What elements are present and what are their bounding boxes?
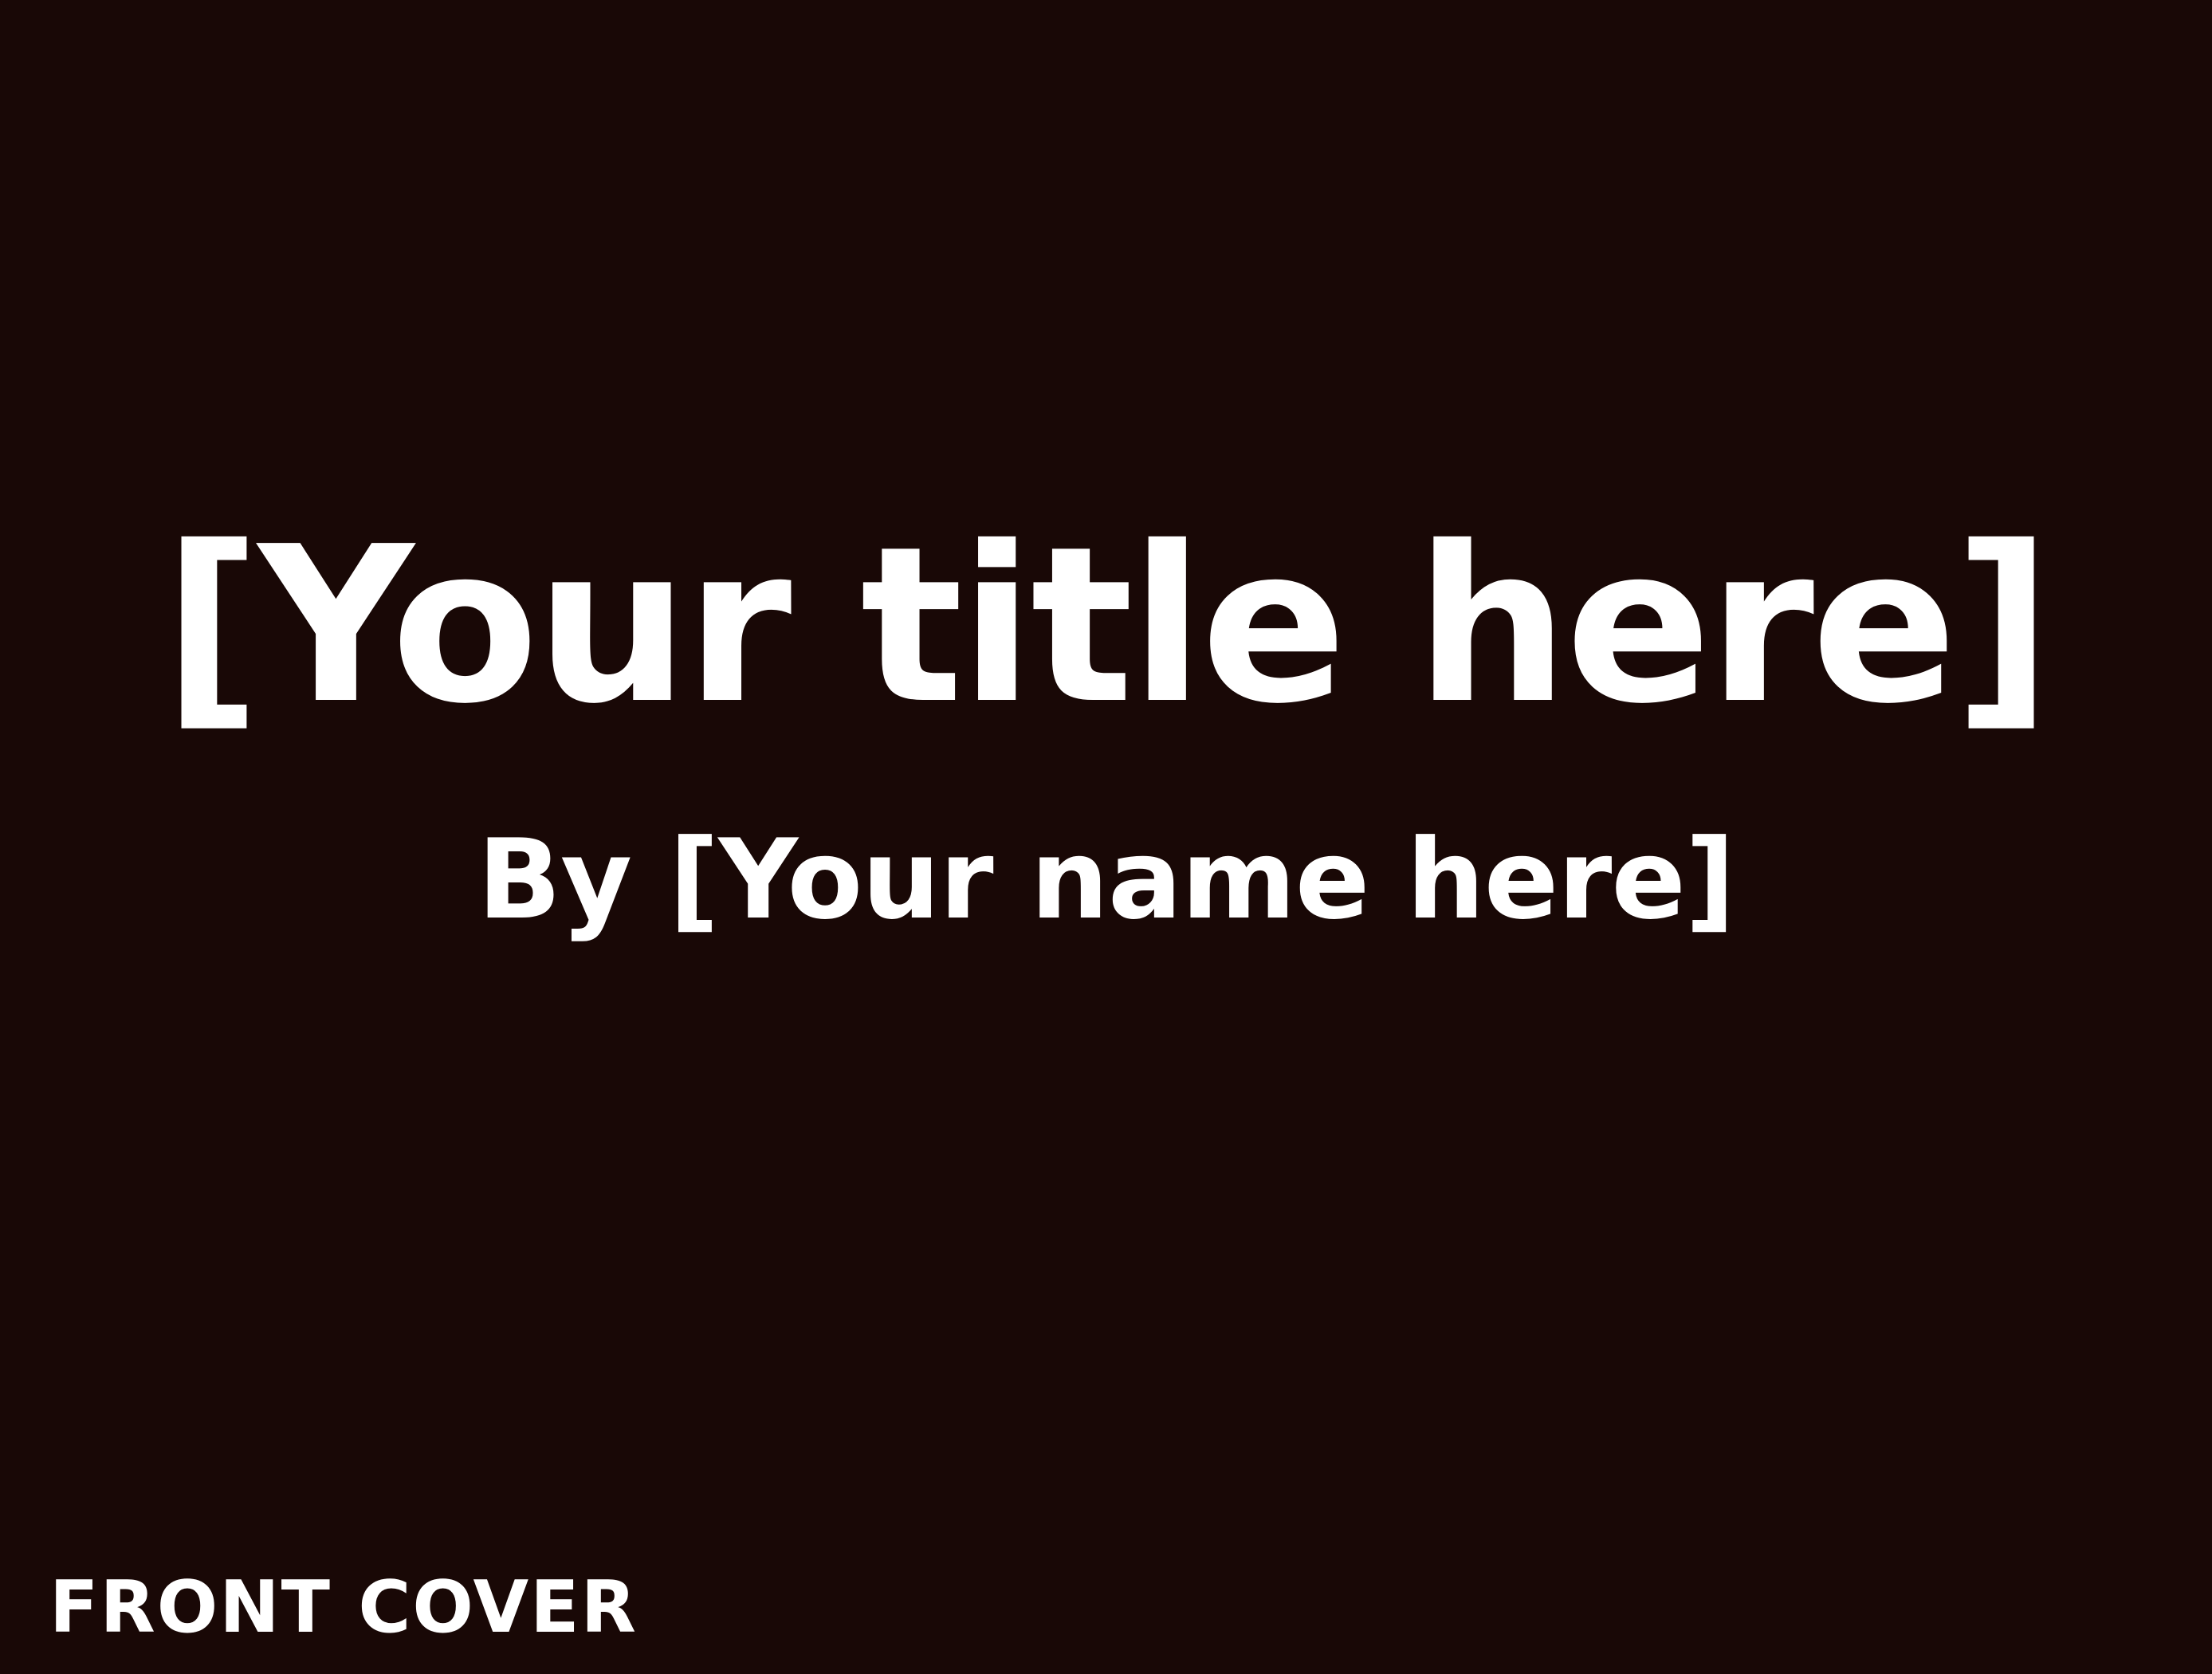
cover-byline[interactable]: By [Your name here] [0, 825, 2212, 935]
cover-title[interactable]: [Your title here] [0, 518, 2212, 733]
front-cover-label: FRONT COVER [49, 1566, 638, 1649]
front-cover-page: [Your title here] By [Your name here] FR… [0, 0, 2212, 1674]
